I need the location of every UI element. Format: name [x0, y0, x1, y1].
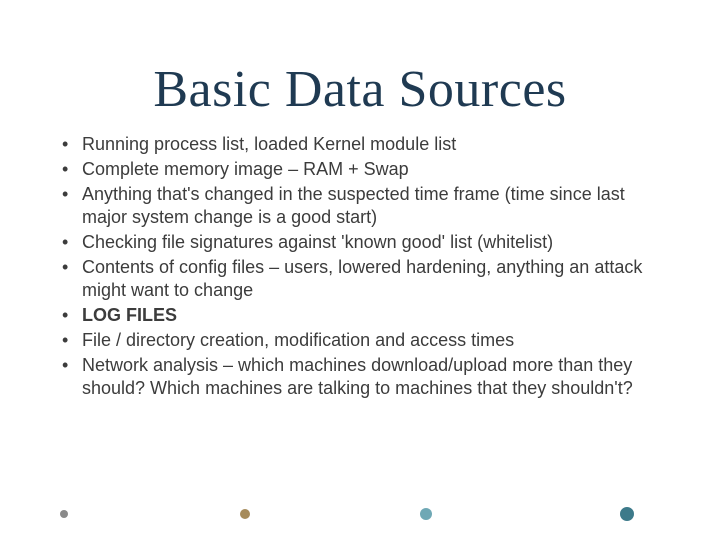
list-item-text: Contents of config files – users, lowere…: [82, 257, 642, 300]
dot-icon: [240, 509, 250, 519]
list-item: Running process list, loaded Kernel modu…: [56, 133, 660, 156]
list-item-text: Complete memory image – RAM + Swap: [82, 159, 409, 179]
list-item-text: Running process list, loaded Kernel modu…: [82, 134, 456, 154]
list-item-text: Anything that's changed in the suspected…: [82, 184, 625, 227]
list-item: Contents of config files – users, lowere…: [56, 256, 660, 302]
list-item-text: File / directory creation, modification …: [82, 330, 514, 350]
dot-icon: [420, 508, 432, 520]
decorative-dots: [0, 506, 720, 520]
slide-title: Basic Data Sources: [50, 60, 670, 119]
list-item-text: LOG FILES: [82, 305, 177, 325]
bullet-list: Running process list, loaded Kernel modu…: [50, 133, 670, 400]
list-item-text: Network analysis – which machines downlo…: [82, 355, 633, 398]
list-item: Checking file signatures against 'known …: [56, 231, 660, 254]
slide: Basic Data Sources Running process list,…: [0, 0, 720, 540]
list-item: File / directory creation, modification …: [56, 329, 660, 352]
list-item: Complete memory image – RAM + Swap: [56, 158, 660, 181]
list-item: Network analysis – which machines downlo…: [56, 354, 660, 400]
list-item: Anything that's changed in the suspected…: [56, 183, 660, 229]
list-item-text: Checking file signatures against 'known …: [82, 232, 553, 252]
dot-icon: [620, 507, 634, 521]
list-item: LOG FILES: [56, 304, 660, 327]
dot-icon: [60, 510, 68, 518]
